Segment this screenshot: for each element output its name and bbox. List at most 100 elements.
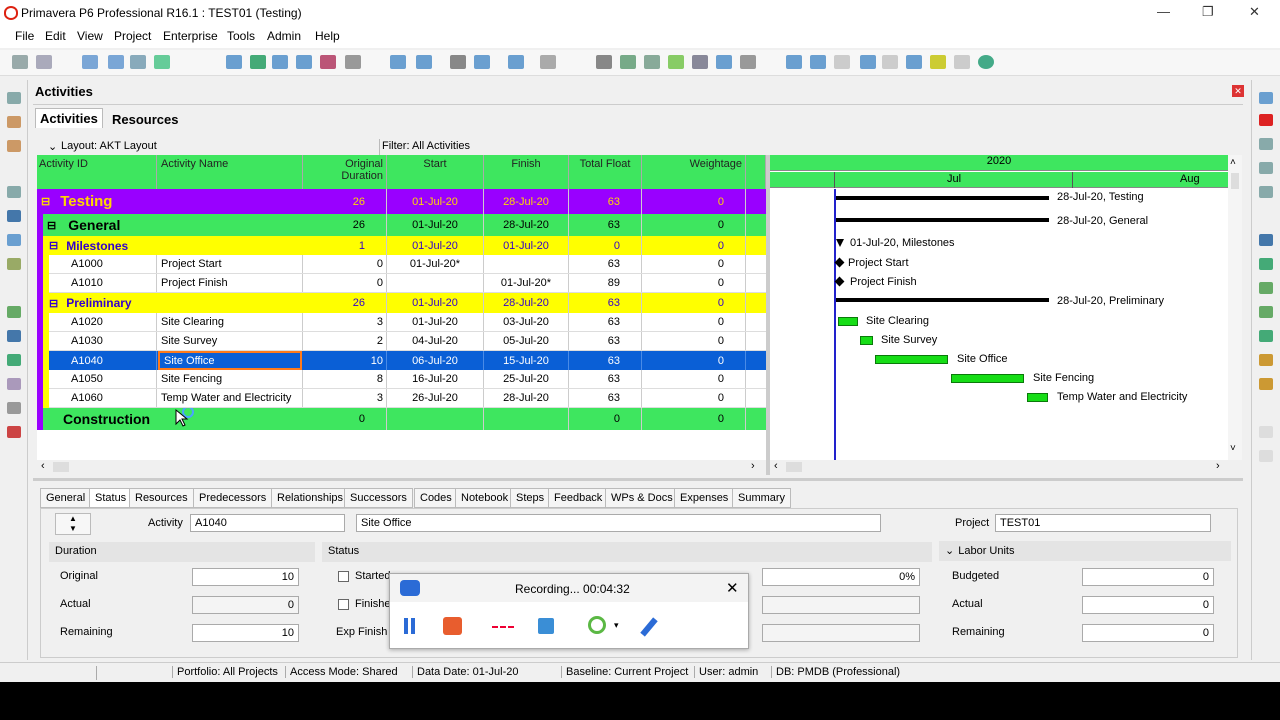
scroll-right-icon[interactable]: › [751,460,755,472]
col-start[interactable]: Start [387,155,484,189]
tab-status[interactable]: Status [89,488,133,508]
menu-tools[interactable]: Tools [227,29,255,43]
table-row[interactable]: A1060 Temp Water and Electricity 3 26-Ju… [37,389,766,408]
group-sort-icon[interactable] [508,55,524,69]
columns-grid-icon[interactable] [416,55,432,69]
spreadsheet-icon[interactable] [296,55,312,69]
col-weightage[interactable]: Weightage [642,155,746,189]
assign-code-icon[interactable] [1259,330,1273,342]
table-row[interactable]: ⊟ General 26 01-Jul-20 28-Jul-20 63 0 [37,214,766,236]
actual-duration-field[interactable]: 0 [192,596,299,614]
pause-icon[interactable] [404,618,408,634]
col-finish[interactable]: Finish [484,155,569,189]
copy-icon[interactable] [1259,162,1273,174]
scroll-right-icon[interactable]: › [1216,460,1220,472]
tab-steps[interactable]: Steps [510,488,551,508]
scroll-left-icon[interactable]: ‹ [41,460,45,472]
tab-relationships[interactable]: Relationships [271,488,350,508]
table-row-selected[interactable]: A1040 Site Office 10 06-Jul-20 15-Jul-20… [37,351,766,370]
activity-bar[interactable] [860,336,873,345]
indent-icon[interactable] [390,55,406,69]
zoom-in-icon[interactable] [786,55,802,69]
close-icon[interactable]: ✕ [1249,4,1260,20]
move-down-icon[interactable] [1259,450,1273,462]
settings-icon[interactable] [954,55,970,69]
menu-view[interactable]: View [77,29,103,43]
finished-checkbox[interactable] [338,599,349,610]
grid-scrollbar[interactable]: ‹ › [37,460,766,474]
milestone-diamond-icon[interactable] [834,257,845,268]
filter-link-icon[interactable] [154,55,170,69]
issues-icon[interactable] [7,306,21,318]
filter-label[interactable]: Filter: All Activities [382,140,470,152]
layout-label[interactable]: Layout: AKT Layout [61,140,157,152]
columns-icon[interactable] [82,55,98,69]
filter-icon[interactable] [474,55,490,69]
activity-bar[interactable] [838,317,858,326]
recording-close-icon[interactable]: ✕ [726,579,739,597]
menu-enterprise[interactable]: Enterprise [163,29,218,43]
summary-bar[interactable] [836,218,1049,222]
labor-chevron-icon[interactable]: ⌄ [945,545,954,557]
layout-chevron-icon[interactable]: ⌄ [48,140,57,153]
col-duration[interactable]: Original Duration [303,155,387,189]
tab-successors[interactable]: Successors [344,488,413,508]
activity-name-field[interactable]: Site Office [356,514,881,532]
network-icon[interactable] [272,55,288,69]
table-row[interactable]: ⊟ Milestones 1 01-Jul-20 01-Jul-20 0 0 [37,236,766,255]
expand-icon[interactable] [860,55,876,69]
print-icon[interactable] [12,55,28,69]
wbs-icon[interactable] [7,116,21,128]
assign-role-icon[interactable] [1259,258,1273,270]
tab-activities[interactable]: Activities [35,108,103,128]
documents-icon[interactable] [7,378,21,390]
detail-splitter[interactable] [33,478,1243,481]
scroll-left-icon[interactable]: ‹ [774,460,778,472]
table-row[interactable]: ⊟ Testing 26 01-Jul-20 28-Jul-20 63 0 [37,189,766,214]
activity-id-field[interactable]: A1040 [190,514,345,532]
split-icon[interactable] [906,55,922,69]
more-icon[interactable] [740,55,756,69]
table-row[interactable]: A1020 Site Clearing 3 01-Jul-20 03-Jul-2… [37,313,766,332]
milestone-diamond-icon[interactable] [834,276,845,287]
scroll-thumb[interactable] [786,462,802,472]
cut-icon[interactable] [1259,138,1273,150]
hash-icon[interactable] [540,55,556,69]
tracking-icon[interactable] [7,258,21,270]
level-icon[interactable] [644,55,660,69]
tab-general[interactable]: General [40,488,92,508]
collapse-icon[interactable]: ⊟ Milestones [43,236,303,255]
row-name-editing[interactable]: Site Office [158,351,302,370]
help-globe-icon[interactable] [978,55,994,69]
zoom-tool-icon[interactable] [588,616,606,634]
collapse-icon[interactable]: ⊟ Preliminary [43,293,303,313]
layout-icon[interactable] [345,55,361,69]
table-row[interactable]: A1000 Project Start 0 01-Jul-20* 63 0 [37,255,766,274]
remaining-duration-field[interactable]: 10 [192,624,299,642]
percent-complete-field[interactable]: 0% [762,568,920,586]
menu-help[interactable]: Help [315,29,340,43]
activity-bar[interactable] [951,374,1024,383]
notes-icon[interactable] [930,55,946,69]
paste-icon[interactable] [1259,186,1273,198]
collapse-icon[interactable]: ⊟ Testing [37,189,303,214]
zoom-out-icon[interactable] [810,55,826,69]
menu-file[interactable]: File [15,29,34,43]
summary-bar[interactable] [836,298,1049,302]
tab-notebook[interactable]: Notebook [455,488,515,508]
collapse-icon[interactable]: ⊟ General [43,214,303,236]
table-icon[interactable] [108,55,124,69]
summary-bar[interactable] [836,196,1049,200]
assign-predecessor-icon[interactable] [1259,282,1273,294]
menu-edit[interactable]: Edit [45,29,66,43]
menu-project[interactable]: Project [114,29,151,43]
group-icon[interactable] [130,55,146,69]
sort-icon[interactable] [450,55,466,69]
table-row[interactable]: ⊟ Preliminary 26 01-Jul-20 28-Jul-20 63 0 [37,293,766,313]
activities-icon[interactable] [7,140,21,152]
pen-icon[interactable] [640,617,658,637]
tab-resources[interactable]: Resources [108,110,182,129]
prev-next-arrows-icon[interactable]: ▲ ▼ [55,513,91,535]
link-icon[interactable] [692,55,708,69]
status-field-3[interactable] [762,624,920,642]
